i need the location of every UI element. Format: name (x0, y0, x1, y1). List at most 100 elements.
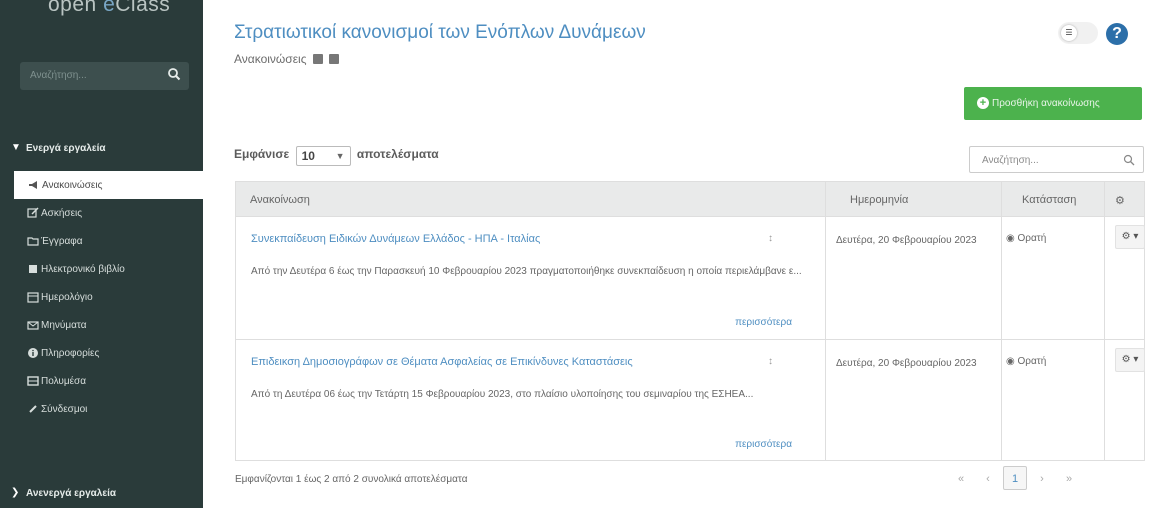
first-page-icon[interactable]: « (949, 467, 973, 491)
next-page-icon[interactable]: › (1030, 467, 1054, 491)
sidebar-search-input[interactable]: Αναζήτηση... (20, 62, 189, 90)
column-divider (825, 182, 826, 216)
add-announcement-button[interactable]: + Προσθήκη ανακοίνωσης (964, 87, 1142, 120)
pagination: «‹ 1 ›» (949, 466, 1084, 491)
sidebar: open eClass Αναζήτηση... ▼ Ενεργά εργαλε… (0, 0, 203, 508)
pin-icon[interactable]: ↕ (768, 233, 773, 244)
last-page-icon[interactable]: » (1057, 467, 1081, 491)
column-header-date[interactable]: Ημερομηνία (850, 194, 908, 206)
prev-page-icon[interactable]: ‹ (976, 467, 1000, 491)
main-content: Στρατιωτικοί κανονισμοί των Ενόπλων Δυνά… (203, 0, 1161, 508)
announcement-excerpt: Από την Δευτέρα 6 έως την Παρασκευή 10 Φ… (251, 266, 802, 277)
announcement-date: Δευτέρα, 20 Φεβρουαρίου 2023 (836, 358, 977, 369)
rss-icon[interactable] (312, 54, 323, 64)
sidebar-search-placeholder: Αναζήτηση... (30, 70, 87, 81)
link-icon (29, 405, 37, 413)
announcement-status: ◉ Ορατή (1006, 356, 1046, 367)
sidebar-item-label: Ανακοινώσεις (42, 180, 103, 191)
announcement-excerpt: Από τη Δευτέρα 06 έως την Τετάρτη 15 Φεβ… (251, 389, 754, 400)
pin-icon[interactable]: ↕ (768, 356, 773, 367)
add-announcement-label: Προσθήκη ανακοίνωσης (992, 98, 1100, 109)
row-actions-button[interactable]: ⚙ ▾ (1115, 225, 1145, 249)
settings-icon[interactable]: ⚙ (1115, 194, 1125, 207)
sidebar-item-messages[interactable]: Μηνύματα (13, 311, 203, 339)
column-divider (825, 340, 826, 460)
results-summary: Εμφανίζονται 1 έως 2 από 2 συνολικά αποτ… (235, 474, 468, 485)
sidebar-item-multimedia[interactable]: Πολυμέσα (13, 367, 203, 395)
sidebar-item-label: Ημερολόγιο (41, 292, 93, 303)
subtitle-text: Ανακοινώσεις (234, 52, 307, 66)
column-divider (1001, 182, 1002, 216)
chevron-right-icon: ❯ (11, 487, 20, 498)
plus-icon: + (977, 97, 989, 109)
inactive-tools-section[interactable]: ❯ Ανενεργά εργαλεία (0, 479, 203, 507)
announcement-title-link[interactable]: Επιδεικση Δημοσιογράφων σε Θέματα Ασφαλε… (251, 356, 633, 368)
bullhorn-icon (29, 181, 37, 189)
sidebar-item-links[interactable]: Σύνδεσμοι (13, 395, 203, 423)
announcement-status: ◉ Ορατή (1006, 233, 1046, 244)
sidebar-item-exercises[interactable]: Ασκήσεις (13, 199, 203, 227)
sidebar-item-label: Μηνύματα (41, 320, 87, 331)
active-tools-section[interactable]: ▼ Ενεργά εργαλεία (0, 134, 203, 162)
eye-icon: ◉ (1006, 233, 1018, 244)
sidebar-item-label: Πληροφορίες (41, 348, 100, 359)
logo-text-class: Class (115, 0, 171, 16)
row-actions-button[interactable]: ⚙ ▾ (1115, 348, 1145, 372)
logo-text-open: open (48, 0, 104, 16)
page-size-control: Εμφάνισε 10 ▼ αποτελέσματα (234, 144, 439, 166)
read-more-link[interactable]: περισσότερα (735, 439, 792, 450)
column-divider (1001, 340, 1002, 460)
table-row: Συνεκπαίδευση Ειδικών Δυνάμεων Ελλάδος -… (235, 217, 1145, 340)
folder-icon (27, 237, 39, 246)
search-icon (1123, 154, 1135, 166)
chevron-down-icon: ▼ (335, 151, 345, 161)
help-icon[interactable]: ? (1106, 23, 1128, 45)
chevron-down-icon: ▼ (11, 142, 21, 153)
page-title[interactable]: Στρατιωτικοί κανονισμοί των Ενόπλων Δυνά… (234, 22, 646, 44)
column-header-announcement[interactable]: Ανακοίνωση (250, 194, 310, 206)
column-header-status[interactable]: Κατάσταση (1022, 194, 1076, 206)
list-icon: ☰ (1061, 25, 1077, 41)
status-text: Ορατή (1017, 356, 1047, 367)
book-icon (29, 265, 37, 273)
page-size-select[interactable]: 10 ▼ (295, 146, 351, 166)
sidebar-item-ebook[interactable]: Ηλεκτρονικό βιβλίο (13, 255, 203, 283)
feed-icon[interactable] (329, 54, 340, 64)
table-header: Ανακοίνωση Ημερομηνία Κατάσταση ⚙ (235, 181, 1145, 217)
film-icon (27, 376, 39, 386)
page-button-current[interactable]: 1 (1003, 466, 1027, 490)
column-divider (825, 217, 826, 339)
sidebar-item-label: Ηλεκτρονικό βιβλίο (41, 264, 125, 275)
info-icon (28, 348, 38, 358)
eye-icon: ◉ (1006, 356, 1018, 367)
logo[interactable]: open eClass (0, 0, 203, 24)
announcement-title-link[interactable]: Συνεκπαίδευση Ειδικών Δυνάμεων Ελλάδος -… (251, 233, 540, 245)
column-divider (1104, 217, 1105, 339)
table-search-input[interactable]: Αναζήτηση... (969, 146, 1144, 173)
results-label: αποτελέσματα (356, 147, 439, 161)
logo-text-e: e (103, 0, 116, 16)
read-more-link[interactable]: περισσότερα (735, 317, 792, 328)
status-text: Ορατή (1017, 233, 1047, 244)
sidebar-item-label: Σύνδεσμοι (41, 404, 88, 415)
calendar-icon (27, 292, 39, 303)
sidebar-item-label: Ασκήσεις (41, 208, 83, 219)
table-row: Επιδεικση Δημοσιογράφων σε Θέματα Ασφαλε… (235, 340, 1145, 461)
search-icon[interactable] (167, 67, 181, 81)
sidebar-item-info[interactable]: Πληροφορίες (13, 339, 203, 367)
view-toggle[interactable]: ☰ (1058, 22, 1098, 44)
edit-icon (27, 207, 39, 218)
column-divider (1001, 217, 1002, 339)
sidebar-item-calendar[interactable]: Ημερολόγιο (13, 283, 203, 311)
page-subtitle: Ανακοινώσεις (234, 52, 340, 66)
inactive-tools-label: Ανενεργά εργαλεία (26, 488, 117, 499)
sidebar-item-label: Έγγραφα (41, 236, 83, 247)
active-tools-label: Ενεργά εργαλεία (26, 143, 106, 154)
column-divider (1104, 182, 1105, 216)
show-label: Εμφάνισε (234, 147, 290, 161)
sidebar-item-announcements[interactable]: Ανακοινώσεις (14, 171, 203, 199)
announcement-date: Δευτέρα, 20 Φεβρουαρίου 2023 (836, 235, 977, 246)
sidebar-item-documents[interactable]: Έγγραφα (13, 227, 203, 255)
page-size-value: 10 (301, 149, 315, 163)
envelope-icon (27, 321, 39, 330)
